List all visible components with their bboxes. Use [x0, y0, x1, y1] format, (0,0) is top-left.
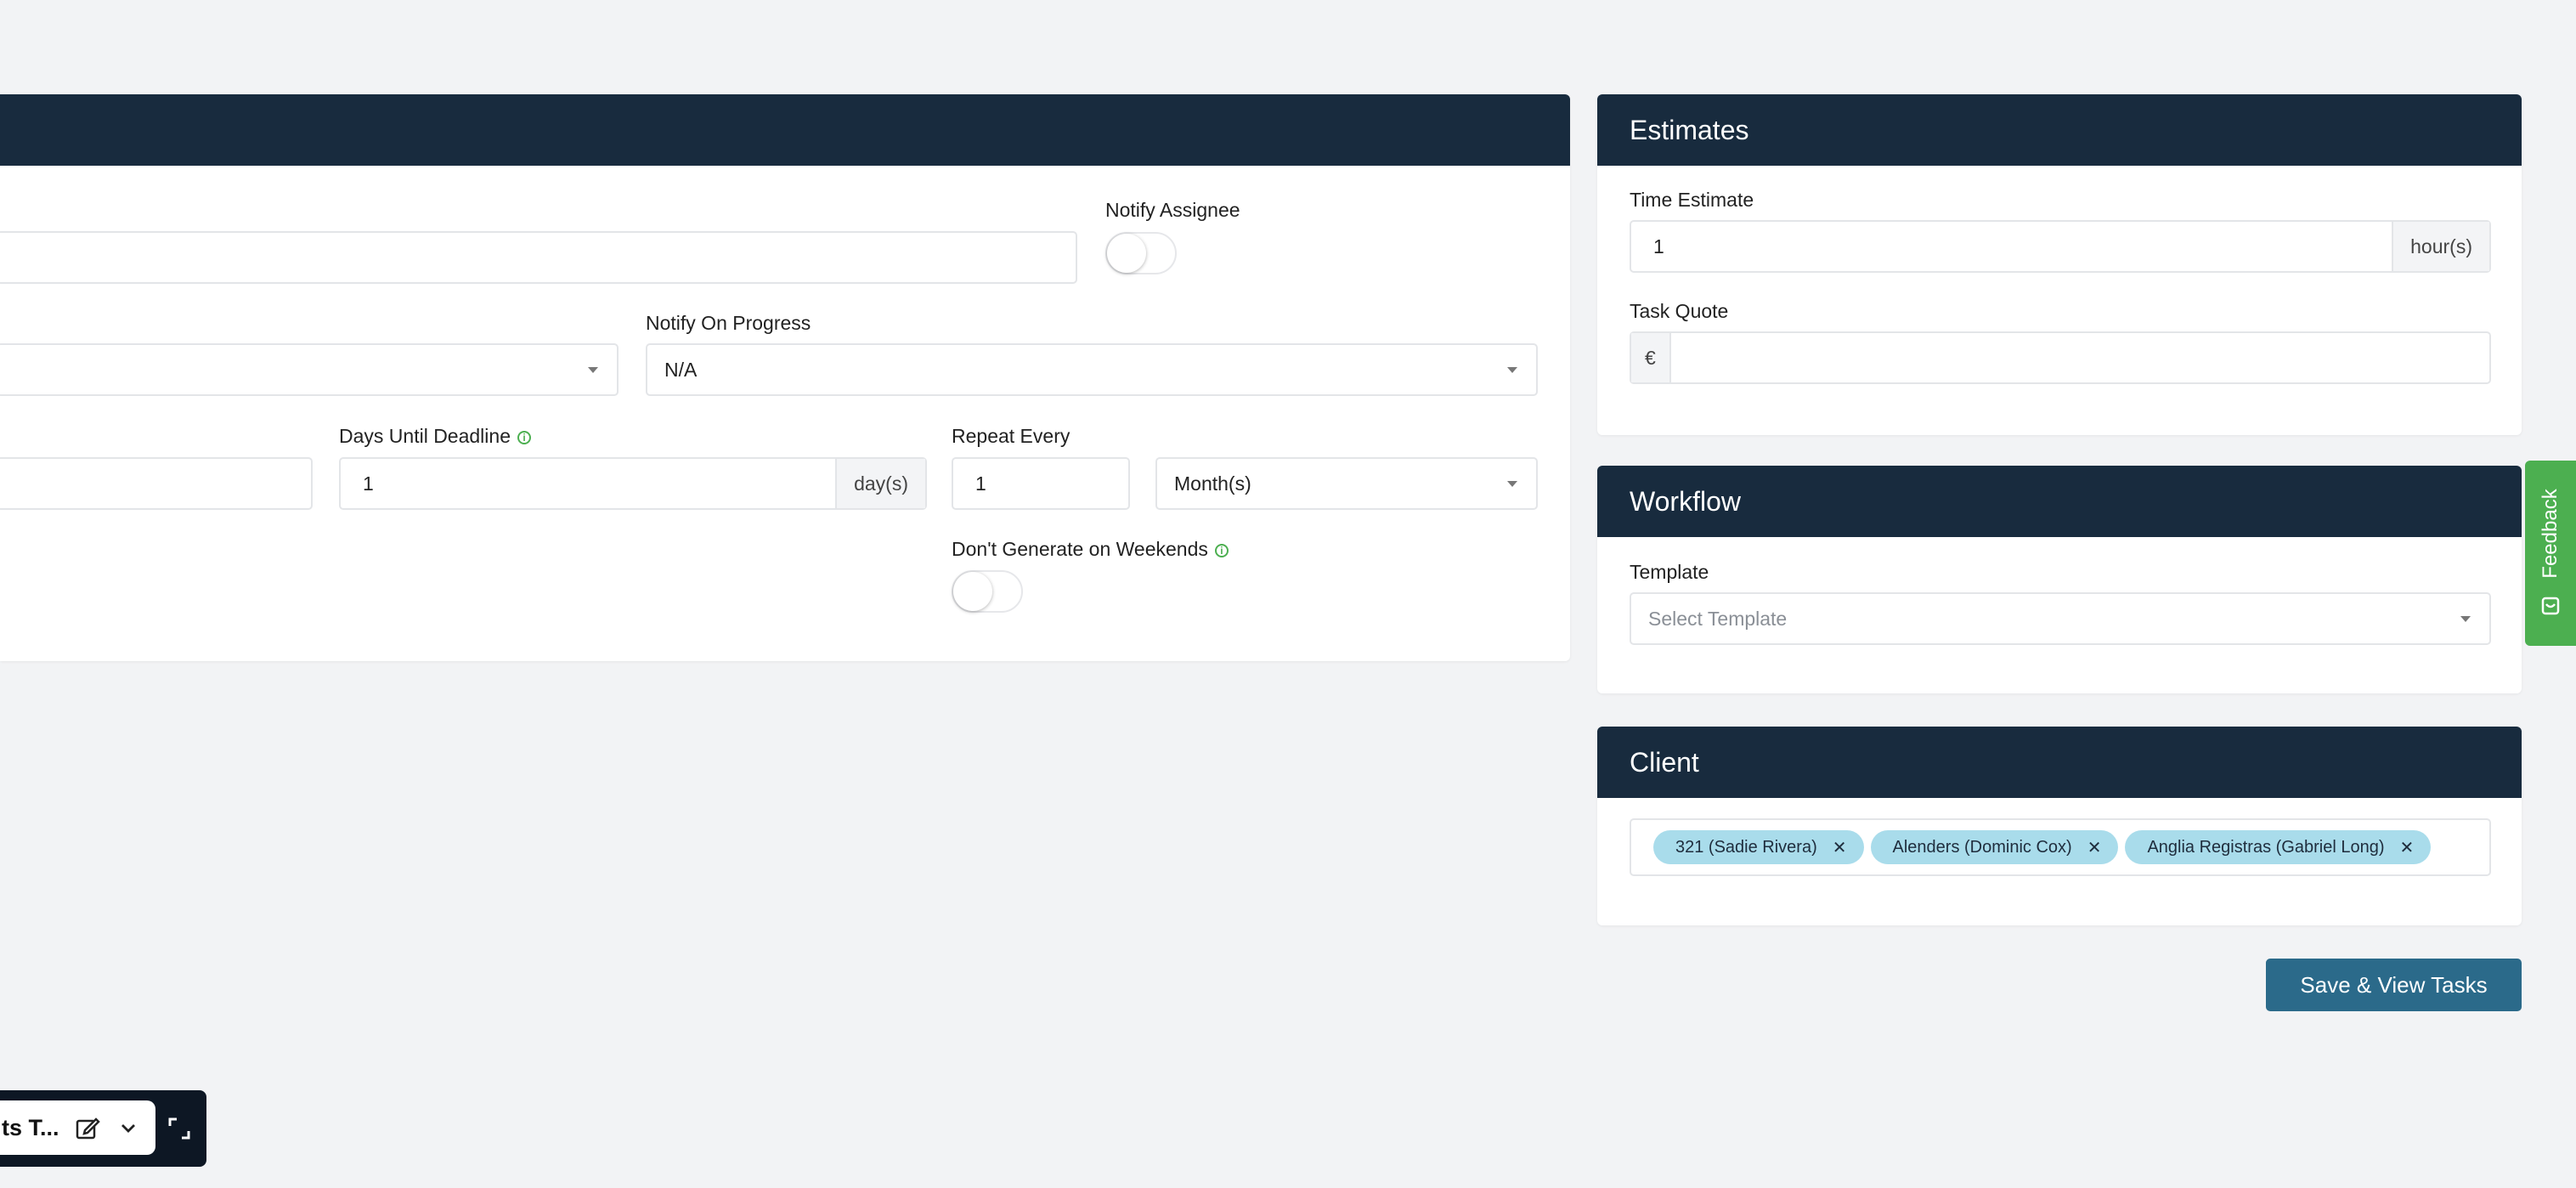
time-estimate-input[interactable]: 1 hour(s)	[1630, 220, 2491, 273]
feedback-tab[interactable]: Feedback	[2525, 461, 2576, 646]
toggle-knob	[1107, 234, 1146, 273]
repeat-every-input[interactable]: 1	[952, 457, 1130, 510]
days-until-deadline-value: 1	[363, 472, 374, 495]
workflow-header: Workflow	[1597, 466, 2522, 537]
expand-icon[interactable]	[168, 1117, 190, 1140]
chevron-down-icon	[1507, 480, 1517, 487]
days-until-deadline-text: Days Until Deadline	[339, 425, 511, 447]
bottom-bar-pill[interactable]: ts T...	[0, 1100, 155, 1155]
task-settings-header	[0, 94, 1570, 166]
assignee-select[interactable]	[0, 343, 619, 396]
bottom-bar-title: ts T...	[2, 1114, 59, 1140]
toggle-knob	[953, 572, 992, 611]
notify-on-progress-label: Notify On Progress	[646, 312, 811, 334]
notify-on-progress-select[interactable]: N/A	[646, 343, 1538, 396]
estimates-header: Estimates	[1597, 94, 2522, 166]
days-until-deadline-input[interactable]: 1 day(s)	[339, 457, 927, 510]
template-select[interactable]: Select Template	[1630, 592, 2491, 645]
chevron-down-icon	[588, 366, 598, 373]
template-label: Template	[1630, 561, 1709, 583]
time-estimate-label: Time Estimate	[1630, 189, 1754, 211]
days-until-deadline-label: Days Until Deadline i	[339, 425, 531, 448]
remove-tag-icon[interactable]: ✕	[1833, 837, 1847, 858]
notify-assignee-label: Notify Assignee	[1105, 199, 1240, 221]
task-quote-label: Task Quote	[1630, 300, 1729, 322]
repeat-every-label: Repeat Every	[952, 425, 1071, 447]
dont-generate-weekends-label: Don't Generate on Weekends i	[952, 538, 1229, 561]
chevron-down-icon	[2460, 615, 2471, 622]
start-date-input[interactable]	[0, 457, 313, 510]
remove-tag-icon[interactable]: ✕	[2399, 837, 2414, 858]
time-estimate-value: 1	[1653, 235, 1664, 257]
info-icon: i	[517, 430, 531, 444]
client-tag: Alenders (Dominic Cox) ✕	[1870, 830, 2119, 864]
client-tag: Anglia Registras (Gabriel Long) ✕	[2125, 830, 2432, 864]
feedback-smile-icon	[2541, 597, 2560, 615]
client-multiselect[interactable]: 321 (Sadie Rivera) ✕ Alenders (Dominic C…	[1630, 818, 2491, 876]
chevron-down-icon[interactable]	[119, 1118, 138, 1137]
client-tag-label: Alenders (Dominic Cox)	[1892, 837, 2072, 857]
workflow-card: Workflow	[1597, 466, 2522, 693]
time-unit-addon: hour(s)	[2392, 222, 2489, 271]
notify-assignee-toggle[interactable]	[1105, 232, 1177, 274]
dont-generate-weekends-text: Don't Generate on Weekends	[952, 538, 1208, 560]
chevron-down-icon	[1507, 366, 1517, 373]
task-quote-input[interactable]: €	[1630, 331, 2491, 384]
save-view-tasks-button[interactable]: Save & View Tasks	[2266, 959, 2522, 1011]
client-tag-label: Anglia Registras (Gabriel Long)	[2147, 837, 2385, 857]
notify-on-progress-value: N/A	[664, 358, 698, 381]
remove-tag-icon[interactable]: ✕	[2087, 837, 2102, 858]
task-name-input[interactable]	[0, 231, 1077, 284]
repeat-every-value: 1	[975, 472, 986, 495]
client-tag-label: 321 (Sadie Rivera)	[1675, 837, 1817, 857]
template-placeholder: Select Template	[1648, 607, 1788, 630]
feedback-label: Feedback	[2539, 489, 2562, 579]
info-icon: i	[1214, 543, 1229, 557]
client-header: Client	[1597, 727, 2522, 798]
days-unit-addon: day(s)	[835, 459, 925, 508]
repeat-unit-value: Month(s)	[1174, 472, 1251, 495]
dont-generate-weekends-toggle[interactable]	[952, 570, 1023, 613]
repeat-unit-select[interactable]: Month(s)	[1155, 457, 1538, 510]
client-tag: 321 (Sadie Rivera) ✕	[1653, 830, 1864, 864]
bottom-floating-bar: ts T...	[0, 1090, 206, 1167]
currency-addon: €	[1631, 333, 1671, 382]
edit-icon[interactable]	[75, 1115, 100, 1140]
